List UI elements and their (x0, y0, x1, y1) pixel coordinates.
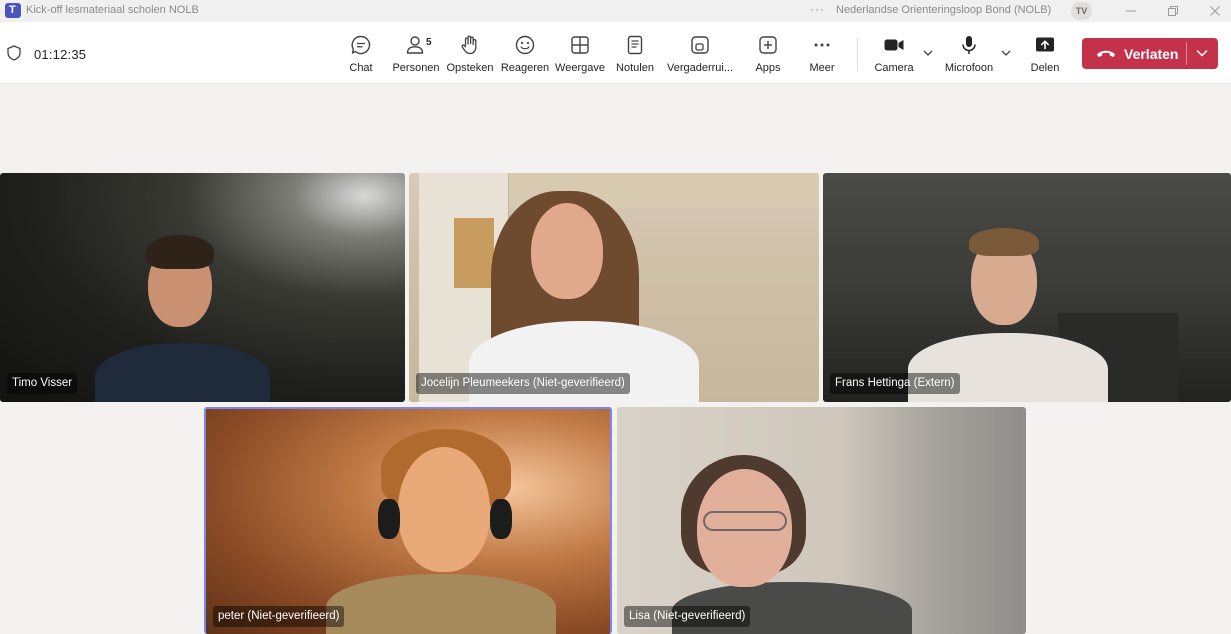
teams-logo-icon (5, 3, 21, 18)
meeting-toolbar: 01:12:35 Chat 5 Personen Opsteken Reager… (0, 22, 1231, 84)
hangup-icon (1095, 45, 1117, 61)
apps-label: Apps (755, 62, 781, 74)
shield-icon (6, 45, 22, 61)
organization-name: Nederlandse Orienteringsloop Bond (NOLB) (836, 4, 1052, 16)
microphone-options-chevron-icon[interactable] (999, 46, 1013, 60)
video-tile-active-speaker[interactable]: peter (Niet-geverifieerd) (204, 407, 612, 634)
microphone-icon (957, 33, 981, 57)
title-bar: Kick-off lesmateriaal scholen NOLB ··· N… (0, 0, 1231, 22)
leave-button[interactable]: Verlaten (1082, 38, 1218, 69)
chat-button[interactable]: Chat (344, 33, 378, 77)
call-timer: 01:12:35 (34, 47, 87, 62)
raise-hand-label: Opsteken (446, 62, 494, 74)
toolbar-divider (857, 37, 858, 71)
video-tile[interactable]: Lisa (Niet-geverifieerd) (617, 407, 1026, 634)
video-tile[interactable]: Timo Visser (0, 173, 405, 402)
plus-square-icon (756, 33, 780, 57)
react-label: Reageren (500, 62, 550, 74)
notes-icon (623, 33, 647, 57)
people-count: 5 (426, 37, 432, 48)
more-button[interactable]: Meer (806, 33, 838, 77)
view-button[interactable]: Weergave (555, 33, 605, 77)
raise-hand-button[interactable]: Opsteken (446, 33, 494, 77)
smiley-icon (513, 33, 537, 57)
leave-options-chevron-icon[interactable] (1194, 46, 1210, 60)
camera-button[interactable]: Camera (873, 33, 915, 77)
video-tile[interactable]: Frans Hettinga (Extern) (823, 173, 1231, 402)
video-tile[interactable]: Jocelijn Pleumeekers (Niet-geverifieerd) (409, 173, 819, 402)
breakout-rooms-icon (688, 33, 712, 57)
user-avatar[interactable]: TV (1071, 2, 1092, 20)
camera-options-chevron-icon[interactable] (921, 46, 935, 60)
participant-name: Timo Visser (7, 373, 78, 394)
breakout-rooms-button[interactable]: Vergaderrui... (665, 33, 735, 77)
grid-icon (568, 33, 592, 57)
breakout-rooms-label: Vergaderrui... (666, 62, 734, 74)
participant-name: Lisa (Niet-geverifieerd) (624, 606, 751, 627)
close-icon[interactable] (1206, 2, 1224, 20)
restore-icon[interactable] (1164, 2, 1182, 20)
react-button[interactable]: Reageren (501, 33, 549, 77)
share-button[interactable]: Delen (1029, 33, 1061, 77)
hand-icon (458, 33, 482, 57)
more-label: Meer (809, 62, 835, 74)
participant-name: Jocelijn Pleumeekers (Niet-geverifieerd) (416, 373, 630, 394)
chat-icon (349, 33, 373, 57)
share-label: Delen (1030, 62, 1060, 74)
microphone-label: Microfoon (944, 62, 994, 74)
more-icon (810, 33, 834, 57)
minimize-icon[interactable] (1122, 2, 1140, 20)
participant-name: peter (Niet-geverifieerd) (213, 606, 345, 627)
chat-label: Chat (349, 62, 373, 74)
microphone-button[interactable]: Microfoon (941, 33, 997, 77)
share-icon (1033, 33, 1057, 57)
people-button[interactable]: 5 Personen (392, 33, 440, 77)
more-options-icon[interactable]: ··· (810, 2, 825, 16)
camera-label: Camera (874, 62, 914, 74)
notes-label: Notulen (616, 62, 654, 74)
notes-button[interactable]: Notulen (614, 33, 656, 77)
people-label: Personen (392, 62, 440, 74)
apps-button[interactable]: Apps (752, 33, 784, 77)
leave-label: Verlaten (1124, 46, 1179, 62)
people-icon: 5 (404, 33, 432, 57)
participant-name: Frans Hettinga (Extern) (830, 373, 960, 394)
camera-icon (882, 33, 906, 57)
window-title: Kick-off lesmateriaal scholen NOLB (26, 4, 199, 16)
view-label: Weergave (555, 62, 605, 74)
leave-divider (1186, 42, 1187, 65)
